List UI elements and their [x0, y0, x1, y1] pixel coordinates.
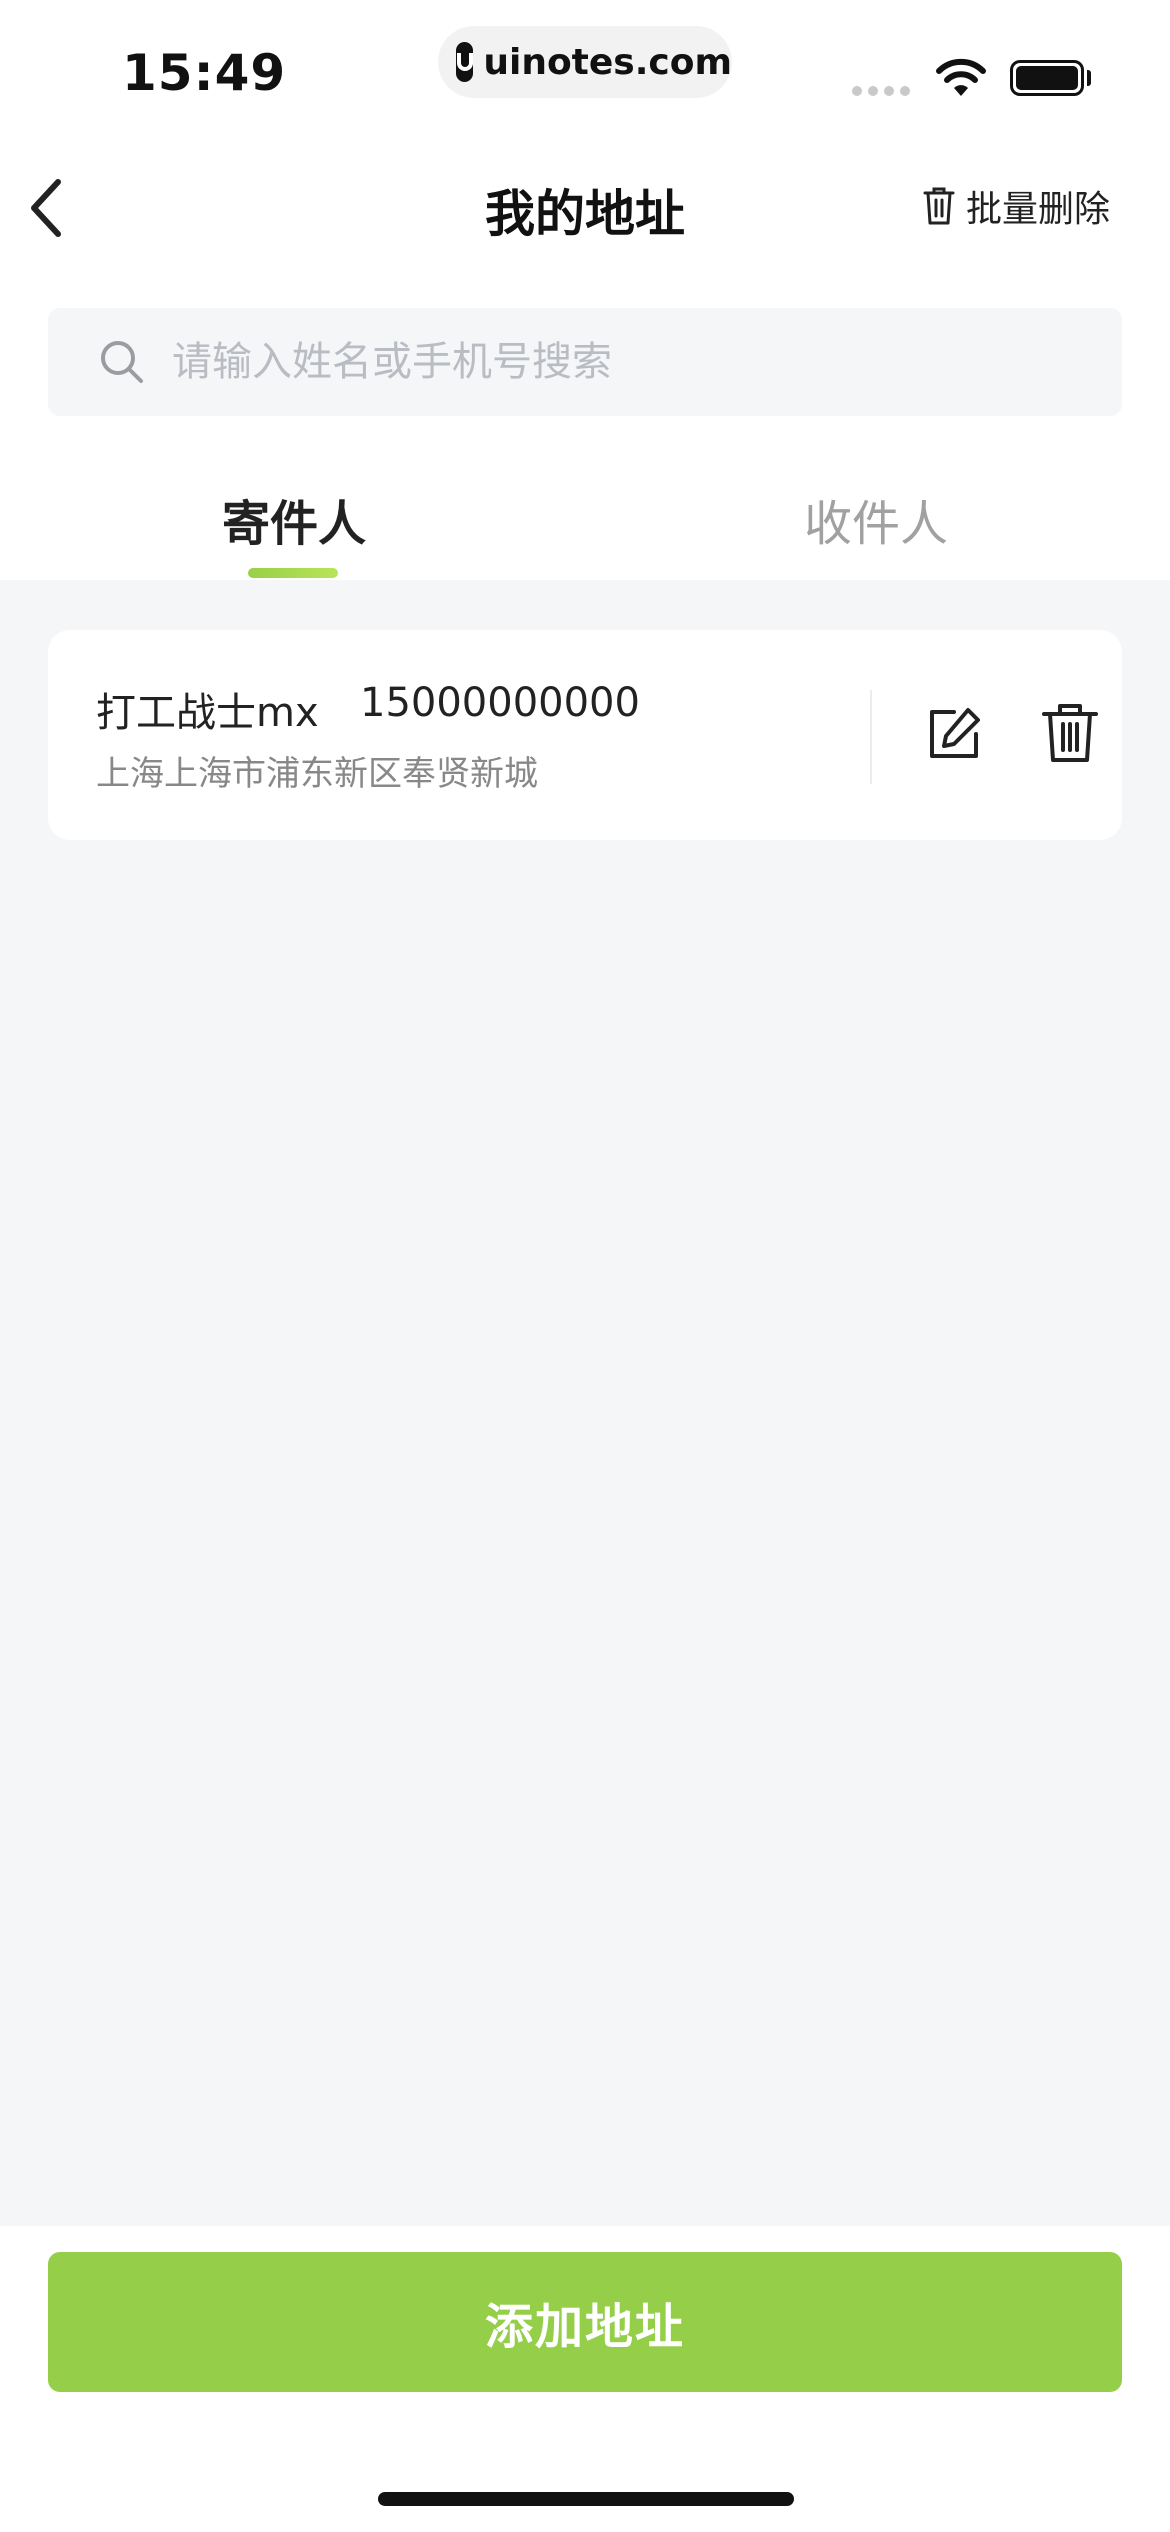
- home-indicator: [378, 2492, 794, 2506]
- battery-tip: [1087, 70, 1091, 86]
- site-logo-icon: [456, 42, 474, 82]
- card-divider: [870, 690, 872, 784]
- tab-receiver[interactable]: 收件人: [804, 484, 948, 554]
- contact-name: 打工战士mx: [96, 690, 319, 736]
- address-card[interactable]: 打工战士mx 15000000000 上海上海市浦东新区奉贤新城: [48, 630, 1122, 840]
- signal-icon: [852, 86, 910, 96]
- url-pill[interactable]: uinotes.com: [438, 26, 732, 98]
- batch-delete-label: 批量删除: [966, 189, 1111, 230]
- search-input[interactable]: [172, 339, 1072, 385]
- status-time: 15:49: [122, 44, 287, 102]
- contact-phone: 15000000000: [360, 680, 640, 726]
- screen: 15:49 uinotes.com 我的地址 批量删除 寄件人: [0, 0, 1170, 2532]
- search-icon: [101, 341, 143, 383]
- url-text: uinotes.com: [483, 41, 732, 83]
- battery-icon: [1010, 60, 1084, 96]
- add-address-button[interactable]: 添加地址: [48, 2252, 1122, 2392]
- trash-icon: [923, 187, 955, 225]
- tab-sender[interactable]: 寄件人: [222, 484, 366, 554]
- active-tab-indicator: [248, 568, 338, 578]
- edit-icon[interactable]: [924, 704, 984, 764]
- wifi-icon: [936, 58, 986, 96]
- delete-icon[interactable]: [1040, 702, 1100, 764]
- batch-delete-button[interactable]: 批量删除: [922, 180, 1110, 232]
- search-bar[interactable]: [48, 308, 1122, 416]
- contact-address: 上海上海市浦东新区奉贤新城: [96, 754, 538, 794]
